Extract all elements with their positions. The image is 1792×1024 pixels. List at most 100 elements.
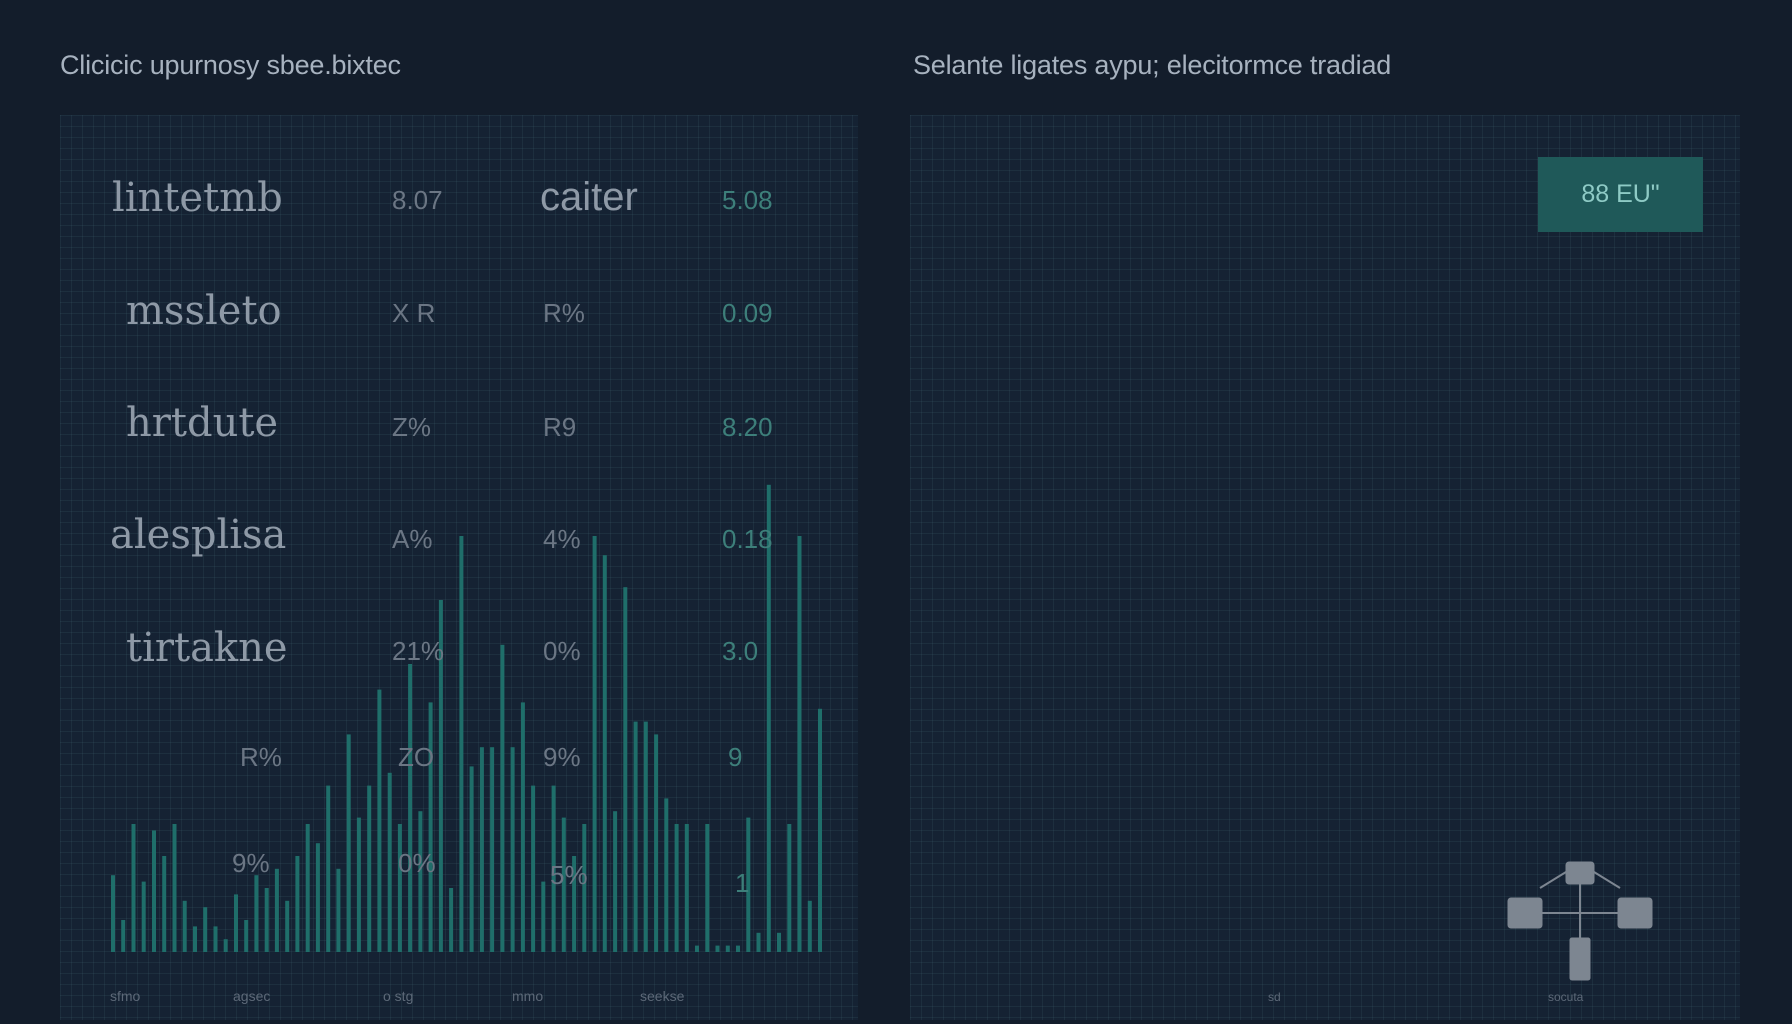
bar [674, 824, 679, 952]
bar [397, 824, 402, 952]
bar [326, 785, 331, 952]
action-button[interactable]: 88 EU" [1538, 157, 1703, 232]
table-cell: 21% [392, 636, 445, 666]
bar [203, 907, 208, 952]
bar [520, 702, 525, 952]
bar [418, 811, 423, 952]
table-cell: R% [240, 742, 282, 772]
bar [193, 926, 197, 952]
bar [613, 811, 618, 952]
bar [807, 900, 812, 952]
bar [725, 945, 730, 952]
bar [305, 824, 310, 952]
bar [500, 644, 505, 952]
bar [367, 785, 372, 952]
table-header-label: lintetmb [112, 175, 283, 221]
bar [541, 881, 546, 952]
table-cell: 9 [728, 742, 743, 772]
table-cell: 1 [735, 868, 750, 898]
table-cell: 8.20 [722, 412, 773, 442]
table-header-c2: caiter [540, 175, 638, 219]
bar [654, 734, 659, 952]
bar [664, 798, 669, 952]
bar [336, 868, 341, 952]
bar [213, 926, 218, 952]
bar [531, 785, 536, 952]
bar [295, 856, 300, 952]
bar [377, 689, 382, 952]
bar [274, 868, 279, 952]
bar [643, 721, 648, 952]
right-axis-tick: socuta [1548, 990, 1584, 1004]
bar [449, 888, 454, 952]
bar [633, 721, 638, 952]
table-cell: 9% [232, 848, 270, 878]
bar [490, 747, 495, 952]
table-cell: 0% [543, 636, 581, 666]
bar [715, 945, 720, 952]
bar [459, 536, 464, 952]
network-icon [1507, 861, 1653, 981]
table-cell: 3.0 [722, 636, 759, 666]
table-cell: A% [392, 524, 433, 554]
x-tick-label: mmo [512, 988, 544, 1004]
x-tick-label: seekse [640, 988, 685, 1004]
bar [172, 824, 177, 952]
bar [254, 875, 259, 952]
bar [479, 747, 484, 952]
table-cell: 0% [398, 848, 436, 878]
bar [223, 939, 228, 952]
bar [356, 817, 361, 952]
right-axis-tick: sd [1268, 990, 1281, 1004]
table-row-label: alesplisa [110, 512, 287, 558]
bar [623, 587, 628, 952]
x-tick-label: agsec [233, 988, 271, 1004]
bar [141, 881, 146, 952]
bar [705, 824, 710, 952]
bar [797, 536, 802, 952]
table-cell: 9% [543, 742, 581, 772]
bar [736, 945, 740, 952]
bar [285, 900, 290, 952]
bar [756, 932, 761, 952]
table-row-label: mssleto [126, 288, 282, 334]
table-cell: X R [392, 298, 436, 328]
table-cell: R9 [543, 412, 577, 442]
x-tick-label: o stg [383, 988, 414, 1004]
bar [264, 888, 269, 952]
bar [428, 702, 433, 952]
table-cell: ZO [398, 742, 435, 772]
table-cell: 0.09 [722, 298, 773, 328]
table-header-c3: 5.08 [722, 185, 773, 215]
bar [152, 830, 156, 952]
table-row-label: tirtakne [126, 625, 288, 671]
bar [787, 824, 792, 952]
bar [244, 920, 249, 952]
bar [592, 536, 597, 952]
bar [469, 766, 474, 952]
bar [695, 945, 699, 952]
bar [777, 932, 781, 952]
table-cell: 0.18 [722, 524, 773, 554]
bar [602, 555, 607, 952]
bar [684, 824, 689, 952]
bar [182, 900, 187, 952]
bar [234, 894, 238, 952]
table-cell: 4% [543, 524, 581, 554]
bar [408, 664, 413, 952]
bar [111, 875, 115, 952]
bar [510, 747, 515, 952]
table-header-c1: 8.07 [392, 185, 443, 215]
table-cell: Z% [392, 412, 431, 442]
bar [818, 708, 822, 952]
bar [131, 824, 136, 952]
table-cell: R% [543, 298, 585, 328]
table-cell: 5% [550, 860, 588, 890]
bar [315, 843, 320, 952]
bar [387, 772, 392, 952]
bar [162, 856, 167, 952]
x-tick-label: sfmo [110, 988, 141, 1004]
table-row-label: hrtdute [126, 400, 279, 446]
bar [346, 734, 351, 952]
bar [121, 920, 126, 952]
